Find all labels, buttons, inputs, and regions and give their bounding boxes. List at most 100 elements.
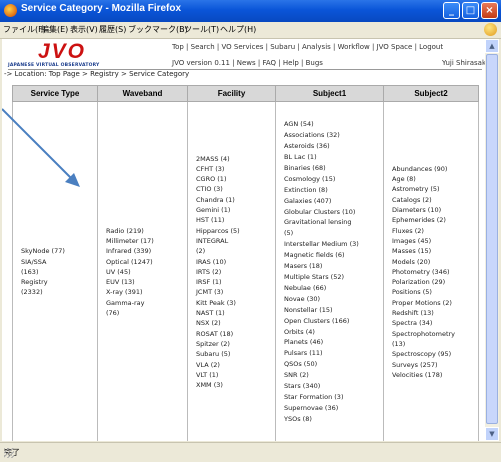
- list-item[interactable]: Associations (32): [284, 130, 383, 141]
- list-item[interactable]: Chandra (1): [196, 195, 275, 205]
- list-item[interactable]: NAST (1): [196, 308, 275, 318]
- list-item[interactable]: INTEGRAL: [196, 236, 275, 246]
- list-item[interactable]: EUV (13): [106, 277, 187, 287]
- list-item[interactable]: Gamma-ray: [106, 298, 187, 308]
- list-item[interactable]: Gravitational lensing: [284, 217, 383, 228]
- vertical-scrollbar[interactable]: ▲ ▼: [485, 39, 499, 441]
- list-item[interactable]: Hipparcos (5): [196, 226, 275, 236]
- menu-bookmarks[interactable]: ブックマーク(B): [128, 24, 188, 35]
- list-item[interactable]: Redshift (13): [392, 308, 478, 318]
- list-item[interactable]: Photometry (346): [392, 267, 478, 277]
- list-item[interactable]: AGN (54): [284, 119, 383, 130]
- list-item[interactable]: Multiple Stars (52): [284, 272, 383, 283]
- menu-tools[interactable]: ツール(T): [184, 24, 219, 35]
- list-item[interactable]: YSOs (8): [284, 414, 383, 425]
- list-item[interactable]: Surveys (257): [392, 360, 478, 370]
- list-item[interactable]: Infrared (339): [106, 246, 187, 256]
- list-item[interactable]: Nebulae (66): [284, 283, 383, 294]
- list-item[interactable]: CGRO (1): [196, 174, 275, 184]
- list-item[interactable]: X-ray (391): [106, 287, 187, 297]
- list-item[interactable]: Velocities (178): [392, 370, 478, 380]
- list-item[interactable]: JCMT (3): [196, 287, 275, 297]
- list-item[interactable]: Gemini (1): [196, 205, 275, 215]
- scroll-thumb[interactable]: [486, 54, 498, 424]
- list-item[interactable]: Spectroscopy (95): [392, 349, 478, 359]
- top-nav-links[interactable]: Top | Search | VO Services | Subaru | An…: [172, 43, 443, 51]
- list-item[interactable]: Asteroids (36): [284, 141, 383, 152]
- scroll-up-arrow-icon[interactable]: ▲: [485, 39, 499, 53]
- resize-grip-icon[interactable]: [4, 448, 14, 458]
- list-item[interactable]: Star Formation (3): [284, 392, 383, 403]
- list-item[interactable]: Ephemerides (2): [392, 215, 478, 225]
- list-item[interactable]: IRAS (10): [196, 257, 275, 267]
- list-item[interactable]: QSOs (50): [284, 359, 383, 370]
- list-item[interactable]: Optical (1247): [106, 257, 187, 267]
- list-item[interactable]: Binaries (68): [284, 163, 383, 174]
- list-item[interactable]: Nonstellar (15): [284, 305, 383, 316]
- menu-edit[interactable]: 編集(E): [41, 24, 68, 35]
- list-item[interactable]: Globular Clusters (10): [284, 207, 383, 218]
- menu-help[interactable]: ヘルプ(H): [220, 24, 256, 35]
- maximize-button[interactable]: □: [462, 2, 479, 19]
- list-item[interactable]: SNR (2): [284, 370, 383, 381]
- list-item[interactable]: (2332): [21, 287, 97, 297]
- list-item[interactable]: Orbits (4): [284, 327, 383, 338]
- list-item[interactable]: HST (11): [196, 215, 275, 225]
- list-item[interactable]: ROSAT (18): [196, 329, 275, 339]
- list-item[interactable]: Fluxes (2): [392, 226, 478, 236]
- list-item[interactable]: IRSF (1): [196, 277, 275, 287]
- list-item[interactable]: CFHT (3): [196, 164, 275, 174]
- close-button[interactable]: ×: [481, 2, 498, 19]
- list-item[interactable]: Images (45): [392, 236, 478, 246]
- list-item[interactable]: Pulsars (11): [284, 348, 383, 359]
- list-item[interactable]: Abundances (90): [392, 164, 478, 174]
- version-links[interactable]: JVO version 0.11 | News | FAQ | Help | B…: [172, 59, 323, 67]
- list-item[interactable]: BL Lac (1): [284, 152, 383, 163]
- list-item[interactable]: VLT (1): [196, 370, 275, 380]
- list-item[interactable]: Catalogs (2): [392, 195, 478, 205]
- list-item[interactable]: Kitt Peak (3): [196, 298, 275, 308]
- list-item[interactable]: NSX (2): [196, 318, 275, 328]
- list-item[interactable]: Masers (18): [284, 261, 383, 272]
- list-item[interactable]: (13): [392, 339, 478, 349]
- list-item[interactable]: CTIO (3): [196, 184, 275, 194]
- list-item[interactable]: Extinction (8): [284, 185, 383, 196]
- list-item[interactable]: Spitzer (2): [196, 339, 275, 349]
- list-item[interactable]: Open Clusters (166): [284, 316, 383, 327]
- list-item[interactable]: IRTS (2): [196, 267, 275, 277]
- list-item[interactable]: (2): [196, 246, 275, 256]
- menu-history[interactable]: 履歴(S): [99, 24, 126, 35]
- list-item[interactable]: Spectrophotometry: [392, 329, 478, 339]
- list-item[interactable]: Planets (46): [284, 337, 383, 348]
- list-item[interactable]: Magnetic fields (6): [284, 250, 383, 261]
- list-item[interactable]: Polarization (29): [392, 277, 478, 287]
- list-item[interactable]: Subaru (5): [196, 349, 275, 359]
- list-item[interactable]: SkyNode (77): [21, 246, 97, 256]
- list-item[interactable]: Galaxies (407): [284, 196, 383, 207]
- list-item[interactable]: Proper Motions (2): [392, 298, 478, 308]
- list-item[interactable]: Novae (30): [284, 294, 383, 305]
- menu-file[interactable]: ファイル(F): [3, 24, 46, 35]
- list-item[interactable]: Registry: [21, 277, 97, 287]
- list-item[interactable]: Radio (219): [106, 226, 187, 236]
- list-item[interactable]: Stars (340): [284, 381, 383, 392]
- list-item[interactable]: Diameters (10): [392, 205, 478, 215]
- list-item[interactable]: Age (8): [392, 174, 478, 184]
- list-item[interactable]: UV (45): [106, 267, 187, 277]
- list-item[interactable]: Positions (5): [392, 287, 478, 297]
- list-item[interactable]: Masses (15): [392, 246, 478, 256]
- list-item[interactable]: Astrometry (5): [392, 184, 478, 194]
- list-item[interactable]: Millimeter (17): [106, 236, 187, 246]
- title-bar[interactable]: Service Category - Mozilla Firefox _ □ ×: [0, 0, 501, 22]
- list-item[interactable]: Models (20): [392, 257, 478, 267]
- list-item[interactable]: Supernovae (36): [284, 403, 383, 414]
- minimize-button[interactable]: _: [443, 2, 460, 19]
- list-item[interactable]: XMM (3): [196, 380, 275, 390]
- scroll-down-arrow-icon[interactable]: ▼: [485, 427, 499, 441]
- menu-view[interactable]: 表示(V): [70, 24, 98, 35]
- list-item[interactable]: (163): [21, 267, 97, 277]
- list-item[interactable]: SIA/SSA: [21, 257, 97, 267]
- list-item[interactable]: Interstellar Medium (3): [284, 239, 383, 250]
- list-item[interactable]: 2MASS (4): [196, 154, 275, 164]
- list-item[interactable]: VLA (2): [196, 360, 275, 370]
